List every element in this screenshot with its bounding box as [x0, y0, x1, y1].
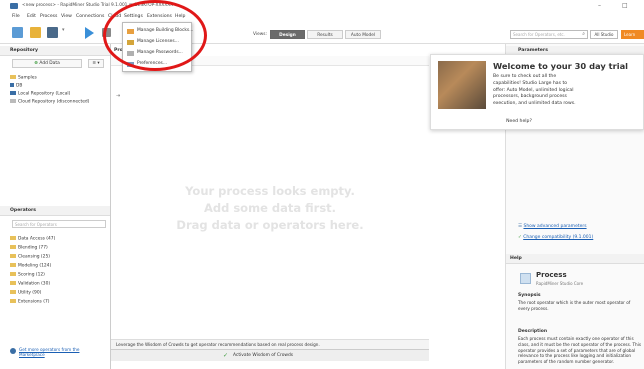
views-label: Views: — [253, 32, 267, 37]
new-process-icon[interactable] — [12, 27, 23, 38]
change-compat-link[interactable]: Change compatibility (9.1.001) — [523, 235, 593, 240]
help-operator-sub: RapidMiner Studio Core — [536, 281, 584, 286]
activate-wisdom-label: Activate Wisdom of Crowds — [233, 353, 294, 358]
repository-title: Repository — [10, 48, 39, 53]
help-title: Help — [510, 256, 522, 261]
cloud-icon — [10, 99, 16, 103]
empty-process-line2: Add some data first. — [203, 201, 337, 215]
need-help-link[interactable]: Need help? — [431, 119, 607, 124]
search-placeholder: Search for Operators, etc. — [513, 32, 565, 37]
empty-process-line1: Your process looks empty. — [185, 184, 355, 198]
highlight-circle — [103, 0, 207, 71]
folder-icon — [10, 290, 16, 294]
add-data-label: Add Data — [39, 61, 60, 66]
tab-auto-model[interactable]: Auto Model — [345, 30, 381, 39]
trial-welcome-popup: Welcome to your 30 day trial Be sure to … — [430, 54, 644, 130]
operator-group-validation[interactable]: Validation (30) — [10, 281, 50, 287]
menu-connections[interactable]: Connections — [76, 14, 104, 19]
title-bar: <new process> - RapidMiner Studio Trial … — [0, 0, 644, 12]
learn-button[interactable]: Learn — [621, 30, 644, 39]
folder-icon — [10, 281, 16, 285]
minimize-icon[interactable]: – — [598, 2, 601, 9]
folder-icon — [10, 236, 16, 240]
left-panel: Repository ⊕ Add Data ≡ ▾ Samples DB Loc… — [0, 44, 111, 369]
repo-item-local[interactable]: Local Repository (Local) — [10, 91, 70, 97]
dropdown-icon[interactable]: ▾ — [62, 27, 67, 38]
operator-group-extensions[interactable]: Extensions (7) — [10, 299, 49, 305]
operator-group-modeling[interactable]: Modeling (124) — [10, 263, 51, 269]
show-advanced-link[interactable]: Show advanced parameters — [523, 224, 586, 229]
repository-menu-icon[interactable]: ≡ ▾ — [88, 59, 104, 68]
operator-help-icon — [520, 273, 531, 284]
parameters-title: Parameters — [518, 48, 548, 53]
folder-icon — [10, 272, 16, 276]
process-panel: Pro ⇥ Your process looks empty. Add some… — [111, 44, 429, 369]
menu-view[interactable]: View — [61, 14, 72, 19]
folder-icon — [10, 254, 16, 258]
check-icon: ✓ — [223, 352, 229, 359]
operator-search-placeholder: Search for Operators — [15, 222, 57, 227]
folder-icon — [10, 245, 16, 249]
empty-process-line3: Drag data or operators here. — [176, 218, 364, 232]
local-repo-icon — [10, 91, 16, 95]
save-icon[interactable] — [47, 27, 58, 38]
port-arrow-icon[interactable]: ⇥ — [116, 93, 120, 99]
database-icon — [10, 83, 14, 87]
folder-icon — [10, 263, 16, 267]
marketplace-link[interactable]: Get more operators from the Marketplace — [19, 347, 99, 358]
menu-process[interactable]: Process — [40, 14, 57, 19]
operators-title: Operators — [10, 208, 37, 213]
operator-group-cleansing[interactable]: Cleansing (25) — [10, 254, 50, 260]
search-input[interactable]: Search for Operators, etc. ⌕ — [510, 30, 588, 39]
help-header: Help — [506, 254, 644, 264]
operator-search-input[interactable]: Search for Operators — [12, 220, 106, 228]
toolbar: ▾ Views: Design Results Auto Model Searc… — [0, 21, 644, 44]
help-description-text: Each process must contain exactly one op… — [518, 336, 642, 365]
change-compat-row[interactable]: ✓ Change compatibility (9.1.001) — [518, 235, 593, 240]
dog-image — [438, 61, 486, 109]
marketplace-icon — [10, 348, 16, 354]
search-scope-dropdown[interactable]: All Studio — [590, 30, 618, 39]
trial-popup-body: Be sure to check out all the capabilitie… — [493, 74, 576, 107]
help-synopsis-text: The root operator which is the outer mos… — [518, 300, 631, 311]
menu-file[interactable]: File — [12, 14, 20, 19]
repository-header: Repository — [0, 46, 110, 56]
operator-group-utility[interactable]: Utility (90) — [10, 290, 41, 296]
operators-header: Operators — [0, 206, 110, 216]
open-folder-icon[interactable] — [30, 27, 41, 38]
operator-group-blending[interactable]: Blending (77) — [10, 245, 48, 251]
tab-design[interactable]: Design — [270, 30, 305, 39]
maximize-icon[interactable]: □ — [622, 2, 628, 9]
trial-popup-title: Welcome to your 30 day trial — [493, 61, 629, 71]
help-synopsis-heading: Synopsis — [518, 293, 541, 298]
tab-results[interactable]: Results — [307, 30, 343, 39]
help-description-heading: Description — [518, 329, 548, 334]
repo-item-db[interactable]: DB — [10, 83, 22, 89]
wisdom-info-bar: Leverage the Wisdom of Crowds to get ope… — [111, 339, 429, 349]
wisdom-info-text: Leverage the Wisdom of Crowds to get ope… — [116, 342, 320, 347]
menu-bar: File Edit Process View Connections Cloud… — [0, 12, 644, 21]
repo-item-samples[interactable]: Samples — [10, 75, 37, 81]
help-operator-name: Process — [536, 271, 567, 279]
search-icon[interactable]: ⌕ — [582, 31, 585, 37]
folder-icon — [10, 299, 16, 303]
run-icon[interactable] — [85, 27, 94, 39]
operator-group-scoring[interactable]: Scoring (12) — [10, 272, 45, 278]
menu-edit[interactable]: Edit — [27, 14, 36, 19]
show-advanced-row[interactable]: ☰ Show advanced parameters — [518, 224, 587, 229]
folder-icon — [10, 75, 16, 79]
repo-item-cloud[interactable]: Cloud Repository (disconnected) — [10, 99, 89, 105]
add-data-button[interactable]: ⊕ Add Data — [12, 59, 82, 68]
operator-group-data-access[interactable]: Data Access (47) — [10, 236, 55, 242]
app-logo-icon — [10, 3, 18, 9]
activate-wisdom-button[interactable]: ✓ Activate Wisdom of Crowds — [111, 349, 429, 361]
